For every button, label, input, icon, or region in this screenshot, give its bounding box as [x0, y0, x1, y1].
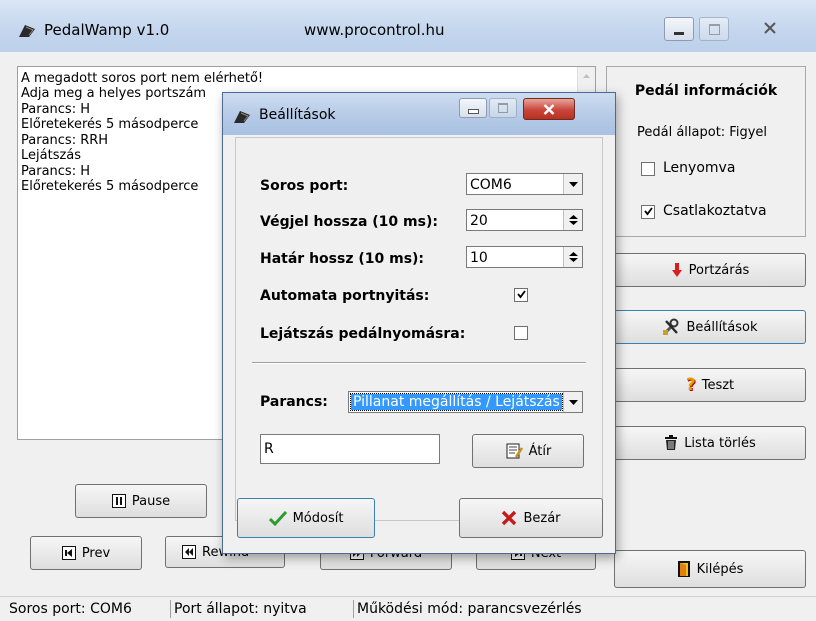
command-label: Parancs: [260, 394, 328, 410]
green-check-icon [268, 510, 287, 526]
pedal-app-icon [233, 110, 251, 124]
connected-label: Csatlakoztatva [663, 203, 767, 219]
limit-length-label: Határ hossz (10 ms): [260, 251, 425, 267]
auto-open-checkbox[interactable] [514, 288, 528, 302]
close-dialog-button[interactable]: Bezár [459, 498, 603, 538]
settings-dialog: Beállítások Soros port: COM6 Végjel hoss… [222, 92, 616, 554]
maximize-button[interactable] [699, 17, 729, 41]
exit-button[interactable]: Kilépés [614, 550, 806, 588]
limit-length-value: 10 [470, 250, 488, 266]
endmark-length-value: 20 [470, 213, 488, 229]
rewrite-button[interactable]: Átír [472, 434, 584, 468]
command-code-value: R [264, 441, 274, 457]
log-line: Előretekerés 5 másodperce [21, 117, 199, 132]
serial-port-label: Soros port: [260, 178, 349, 194]
endmark-length-spinner[interactable]: 20 [466, 209, 583, 231]
status-mode: Működési mód: parancsvezérlés [353, 600, 582, 618]
port-close-label: Portzárás [688, 262, 750, 278]
play-on-press-checkbox[interactable] [514, 326, 528, 340]
pause-label: Pause [131, 493, 171, 509]
app-title: PedalWamp v1.0 [44, 21, 170, 39]
log-line: Lejátszás [21, 148, 82, 163]
test-label: Teszt [701, 377, 735, 393]
clear-list-button[interactable]: Lista törlés [614, 426, 806, 460]
tools-icon [662, 318, 680, 336]
settings-titlebar[interactable]: Beállítások [223, 93, 615, 135]
modify-label: Módosít [292, 510, 344, 526]
trash-icon [664, 435, 678, 451]
log-line: Előretekerés 5 másodperce [21, 179, 199, 194]
close-icon [543, 103, 555, 115]
maximize-icon [498, 103, 508, 113]
pedal-app-icon [18, 24, 36, 38]
exit-door-icon [677, 560, 691, 578]
status-serial-port: Soros port: COM6 [9, 601, 132, 617]
pedal-state-label: Pedál állapot: Figyel [637, 125, 768, 140]
red-x-icon [501, 510, 517, 526]
log-line: Parancs: H [21, 164, 90, 179]
log-line: Adja meg a helyes portszám [21, 86, 207, 101]
spinner-arrows-icon[interactable] [563, 210, 582, 230]
rewind-icon [182, 545, 196, 559]
status-port-state: Port állapot: nyitva [170, 600, 307, 618]
close-dialog-label: Bezár [523, 510, 561, 526]
endmark-length-label: Végjel hossza (10 ms): [260, 214, 438, 230]
pause-icon [111, 494, 126, 508]
modify-button[interactable]: Módosít [237, 498, 375, 538]
spinner-arrows-icon[interactable] [563, 247, 582, 267]
settings-title: Beállítások [259, 107, 336, 123]
minimize-button[interactable] [664, 17, 694, 41]
minimize-icon [467, 108, 479, 114]
scroll-up-icon [583, 74, 590, 78]
chevron-down-icon[interactable] [563, 392, 582, 412]
settings-button[interactable]: Beállítások [614, 310, 806, 344]
prev-label: Prev [81, 545, 111, 561]
question-mark-icon: ? [685, 375, 696, 395]
main-titlebar[interactable]: PedalWamp v1.0 www.procontrol.hu [0, 0, 816, 52]
log-line: Parancs: H [21, 102, 90, 117]
connected-checkbox[interactable] [641, 205, 655, 219]
pedal-info-panel: Pedál információk Pedál állapot: Figyel … [606, 66, 806, 237]
command-select[interactable]: Pillanat megállítás / Lejátszás [348, 391, 583, 413]
test-button[interactable]: ? Teszt [614, 368, 806, 402]
settings-label: Beállítások [686, 319, 758, 335]
pressed-label: Lenyomva [663, 160, 736, 176]
notepad-icon [505, 442, 523, 460]
status-bar: Soros port: COM6 Port állapot: nyitva Mű… [0, 596, 816, 621]
pressed-checkbox[interactable] [641, 162, 655, 176]
close-button[interactable] [745, 17, 795, 39]
limit-length-spinner[interactable]: 10 [466, 246, 583, 268]
auto-open-label: Automata portnyitás: [260, 288, 430, 304]
chevron-down-icon[interactable] [563, 174, 582, 194]
website-title: www.procontrol.hu [304, 21, 445, 39]
red-down-arrow-icon [671, 262, 683, 278]
pedal-info-title: Pedál információk [634, 83, 778, 99]
prev-icon [61, 546, 76, 560]
exit-label: Kilépés [696, 561, 744, 577]
port-close-button[interactable]: Portzárás [614, 253, 806, 287]
serial-port-value: COM6 [470, 177, 512, 193]
serial-port-select[interactable]: COM6 [466, 173, 583, 195]
log-line: A megadott soros port nem elérhető! [21, 71, 264, 86]
check-mark-icon [516, 290, 526, 299]
settings-form: Soros port: COM6 Végjel hossza (10 ms): … [235, 137, 603, 521]
separator [252, 362, 586, 364]
clear-list-label: Lista törlés [684, 435, 756, 451]
dialog-close-button[interactable] [523, 98, 575, 120]
dialog-maximize-button[interactable] [489, 98, 517, 118]
log-line: Parancs: RRH [21, 133, 109, 148]
minimize-icon [674, 31, 684, 35]
command-value: Pillanat megállítás / Lejátszás [350, 393, 563, 411]
dialog-minimize-button[interactable] [459, 98, 487, 118]
check-mark-icon [643, 207, 653, 216]
play-on-press-label: Lejátszás pedálnyomásra: [260, 326, 466, 342]
prev-button[interactable]: Prev [30, 536, 142, 570]
pause-button[interactable]: Pause [75, 484, 207, 518]
close-icon [764, 22, 776, 34]
maximize-icon [708, 23, 720, 35]
command-code-input[interactable]: R [260, 434, 440, 464]
rewrite-label: Átír [528, 443, 552, 459]
